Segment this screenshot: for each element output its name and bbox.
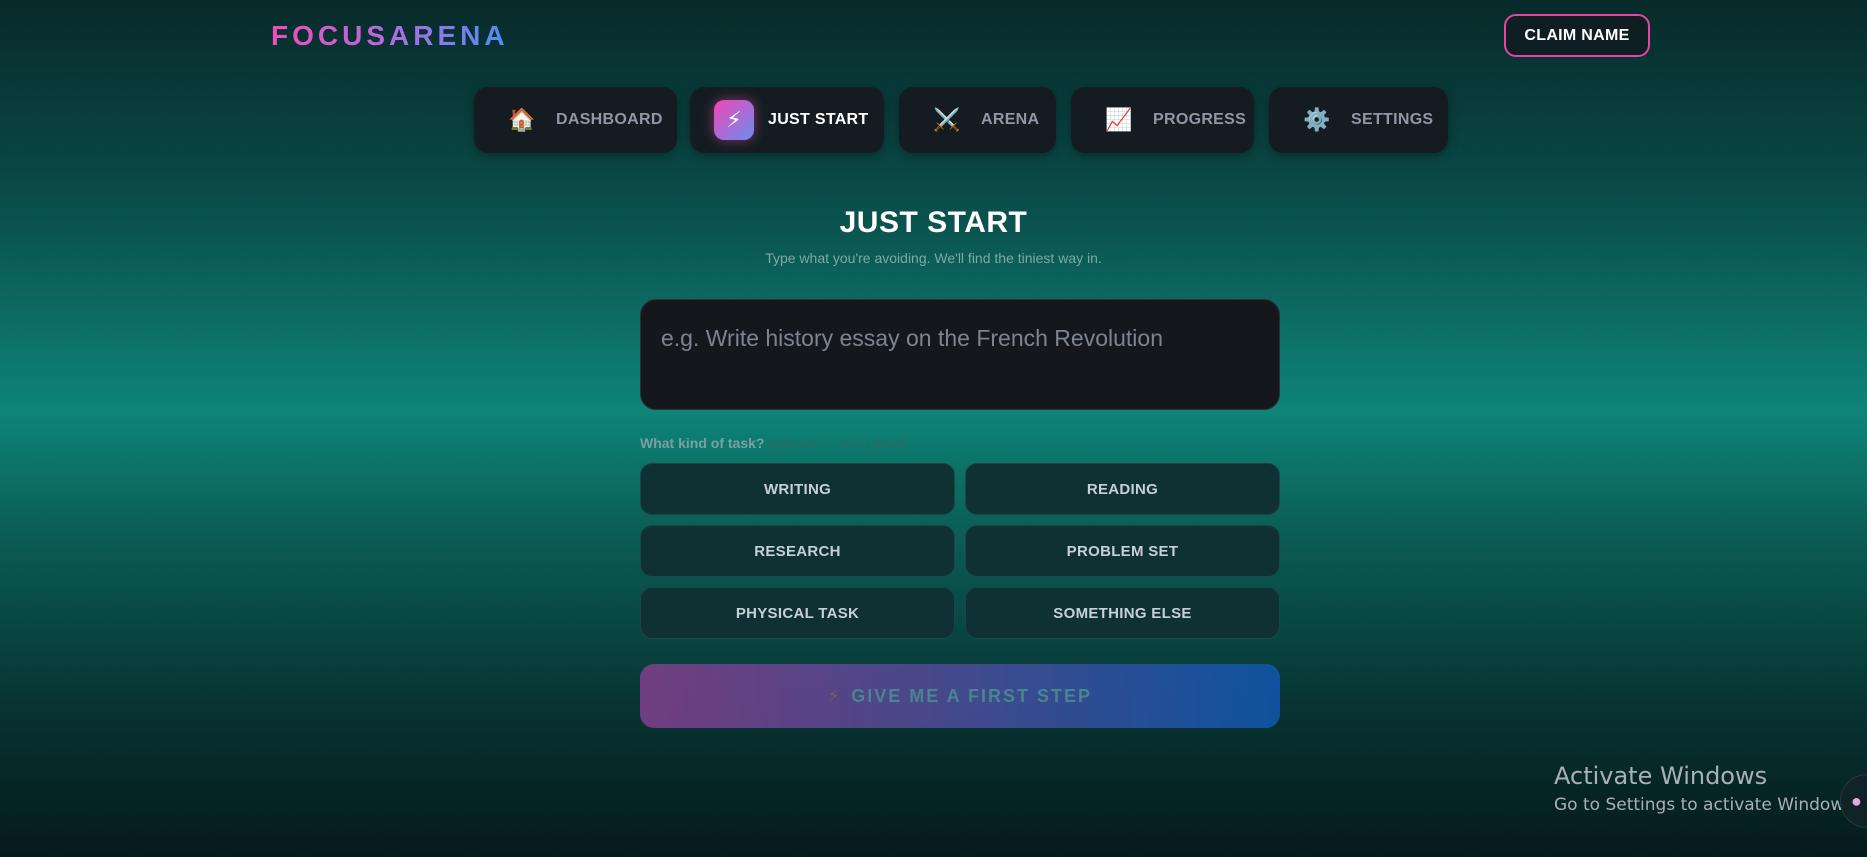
chat-bubble-icon: ●	[1851, 790, 1862, 811]
floating-chat-button[interactable]: ●	[1840, 774, 1867, 828]
nav-arena-label: ARENA	[981, 111, 1040, 128]
app-logo[interactable]: FOCUSARENA	[271, 20, 509, 52]
gear-icon: ⚙️	[1303, 107, 1331, 132]
chart-icon: 📈	[1105, 107, 1133, 132]
task-kind-label: What kind of task? optional — we'll guess	[640, 435, 907, 451]
nav-progress[interactable]: 📈 PROGRESS	[1071, 87, 1254, 153]
nav-progress-label: PROGRESS	[1153, 111, 1247, 128]
page-title: JUST START	[839, 206, 1028, 239]
nav-settings[interactable]: ⚙️ SETTINGS	[1269, 87, 1448, 153]
activate-windows-subtitle: Go to Settings to activate Windows.	[1554, 795, 1859, 815]
give-first-step-label: GIVE ME A FIRST STEP	[851, 685, 1092, 706]
task-type-something-else[interactable]: SOMETHING ELSE	[965, 587, 1280, 639]
page-subtitle: Type what you're avoiding. We'll find th…	[765, 250, 1102, 266]
lightning-icon: ⚡	[714, 100, 754, 140]
task-kind-hint: optional — we'll guess	[768, 435, 908, 451]
task-kind-question: What kind of task?	[640, 435, 765, 451]
task-type-problem-set[interactable]: PROBLEM SET	[965, 525, 1280, 577]
nav-settings-label: SETTINGS	[1351, 111, 1434, 128]
nav-arena[interactable]: ⚔️ ARENA	[899, 87, 1056, 153]
house-icon: 🏠	[508, 107, 536, 132]
activate-windows-title: Activate Windows	[1554, 762, 1768, 790]
nav-just-start-label: JUST START	[768, 111, 869, 128]
crossed-swords-icon: ⚔️	[933, 107, 961, 132]
task-type-physical-task[interactable]: PHYSICAL TASK	[640, 587, 955, 639]
nav-dashboard[interactable]: 🏠 DASHBOARD	[474, 87, 677, 153]
claim-name-button[interactable]: CLAIM NAME	[1504, 14, 1650, 57]
task-type-reading[interactable]: READING	[965, 463, 1280, 515]
task-type-research[interactable]: RESEARCH	[640, 525, 955, 577]
lightning-icon: ⚡	[828, 688, 842, 705]
nav-just-start[interactable]: ⚡ JUST START	[690, 87, 884, 153]
task-input[interactable]	[640, 299, 1280, 410]
nav-dashboard-label: DASHBOARD	[556, 111, 663, 128]
give-first-step-button[interactable]: ⚡ GIVE ME A FIRST STEP	[640, 664, 1280, 728]
main-nav: 🏠 DASHBOARD ⚡ JUST START ⚔️ ARENA 📈 PROG…	[0, 87, 1867, 153]
task-type-writing[interactable]: WRITING	[640, 463, 955, 515]
